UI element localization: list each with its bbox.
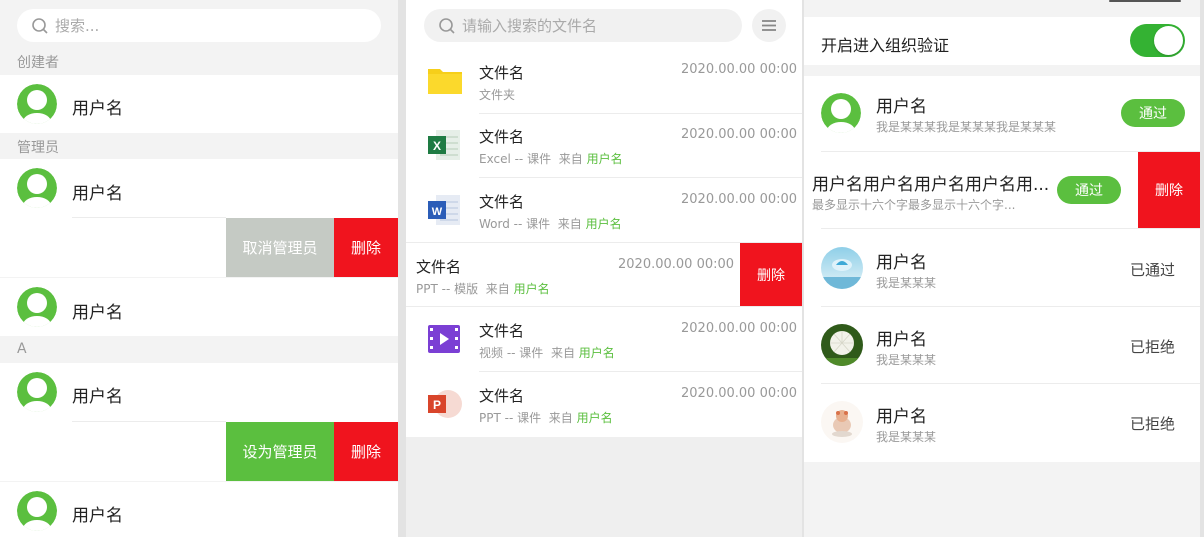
divider — [821, 383, 1200, 384]
section-admin: 管理员 — [17, 140, 59, 156]
set-admin-button[interactable]: 设为管理员 — [226, 422, 334, 481]
file-name: 文件名 — [479, 128, 525, 146]
member-panel: 搜索... 创建者 用户名 管理员 用户名 取消管理员 删除 用户名 A 用户名… — [0, 0, 398, 537]
file-meta: Excel -- 课件 来自 用户名 — [479, 152, 623, 166]
file-name: 文件名 — [479, 322, 525, 340]
delete-button[interactable]: 删除 — [334, 422, 398, 481]
file-meta: Word -- 课件 来自 用户名 — [479, 217, 622, 231]
avatar — [821, 93, 861, 133]
user-desc: 我是某某某 — [876, 353, 937, 367]
divider — [821, 228, 1200, 229]
search-icon — [32, 17, 48, 34]
file-date: 2020.00.00 00:00 — [681, 127, 798, 142]
user-name: 用户名 — [72, 506, 123, 526]
toggle-label: 开启进入组织验证 — [821, 36, 950, 55]
excel-icon: X — [428, 130, 460, 160]
divider — [821, 306, 1200, 307]
divider — [1200, 0, 1204, 537]
user-name: 用户名 — [72, 303, 123, 323]
divider — [479, 113, 802, 114]
file-date: 2020.00.00 00:00 — [681, 62, 798, 77]
file-name: 文件名 — [479, 193, 525, 211]
file-search-input[interactable]: 请输入搜索的文件名 — [424, 9, 742, 42]
user-name: 用户名 — [72, 99, 123, 119]
verify-panel: 开启进入组织验证 用户名 我是某某某我是某某某我是某某某 通过 用户名用户名用户… — [804, 0, 1200, 537]
status-label: 已拒绝 — [1130, 338, 1176, 356]
user-desc: 我是某某某 — [876, 276, 937, 290]
delete-button[interactable]: 删除 — [740, 243, 802, 306]
divider — [398, 0, 406, 537]
file-meta: PPT -- 课件 来自 用户名 — [479, 411, 613, 425]
file-date: 2020.00.00 00:00 — [681, 386, 798, 401]
search-icon — [439, 17, 455, 34]
avatar — [821, 247, 863, 289]
user-name: 用户名 — [876, 97, 927, 117]
user-name: 用户名 — [72, 387, 123, 407]
user-desc: 我是某某某我是某某某我是某某某 — [876, 120, 1057, 134]
section-a: A — [17, 341, 27, 357]
avatar — [17, 287, 57, 327]
word-icon: W — [428, 195, 460, 225]
avatar — [821, 401, 863, 443]
menu-icon — [762, 20, 776, 31]
divider — [479, 177, 802, 178]
list-item[interactable] — [0, 482, 398, 537]
file-date: 2020.00.00 00:00 — [618, 257, 735, 272]
approve-button[interactable]: 通过 — [1057, 176, 1121, 204]
section-creator: 创建者 — [17, 55, 59, 71]
user-name: 用户名 — [876, 253, 927, 273]
user-name: 用户名 — [876, 407, 927, 427]
file-type: 文件夹 — [479, 88, 516, 102]
search-input[interactable]: 搜索... — [17, 9, 381, 42]
svg-text:P: P — [433, 398, 441, 412]
user-name: 用户名用户名用户名用户名用... — [812, 175, 1050, 195]
file-meta: 视频 -- 课件 来自 用户名 — [479, 346, 615, 360]
delete-button[interactable]: 删除 — [334, 218, 398, 277]
avatar — [17, 84, 57, 124]
search-placeholder: 请输入搜索的文件名 — [462, 17, 598, 35]
list-item[interactable] — [0, 75, 398, 133]
file-name: 文件名 — [479, 387, 525, 405]
divider — [72, 421, 226, 422]
cancel-admin-button[interactable]: 取消管理员 — [226, 218, 334, 277]
top-indicator — [1109, 0, 1181, 2]
avatar — [17, 491, 57, 531]
user-desc: 我是某某某 — [876, 430, 937, 444]
divider — [479, 371, 802, 372]
status-label: 已通过 — [1130, 261, 1176, 279]
file-meta: PPT -- 模版 来自 用户名 — [416, 282, 550, 296]
search-placeholder: 搜索... — [55, 17, 100, 35]
svg-text:X: X — [433, 139, 441, 153]
avatar — [17, 372, 57, 412]
approve-button[interactable]: 通过 — [1121, 99, 1185, 127]
file-panel: 请输入搜索的文件名 文件名 文件夹 2020.00.00 00:00 X 文件名… — [406, 0, 802, 537]
toggle-knob — [1154, 26, 1183, 55]
file-name: 文件名 — [416, 258, 462, 276]
list-item[interactable] — [0, 278, 398, 336]
video-icon — [428, 325, 460, 353]
file-name: 文件名 — [479, 64, 525, 82]
svg-text:W: W — [432, 206, 443, 218]
user-name: 用户名 — [876, 330, 927, 350]
file-date: 2020.00.00 00:00 — [681, 192, 798, 207]
verify-toggle[interactable] — [1130, 24, 1185, 57]
file-date: 2020.00.00 00:00 — [681, 321, 798, 336]
menu-button[interactable] — [752, 9, 786, 42]
divider — [406, 306, 802, 307]
user-name: 用户名 — [72, 184, 123, 204]
user-desc: 最多显示十六个字最多显示十六个字... — [812, 198, 1016, 212]
folder-icon — [428, 69, 462, 94]
avatar — [821, 324, 863, 366]
divider — [72, 217, 226, 218]
status-label: 已拒绝 — [1130, 415, 1176, 433]
avatar — [17, 168, 57, 208]
ppt-icon: P — [428, 390, 462, 418]
delete-button[interactable]: 删除 — [1138, 152, 1200, 228]
